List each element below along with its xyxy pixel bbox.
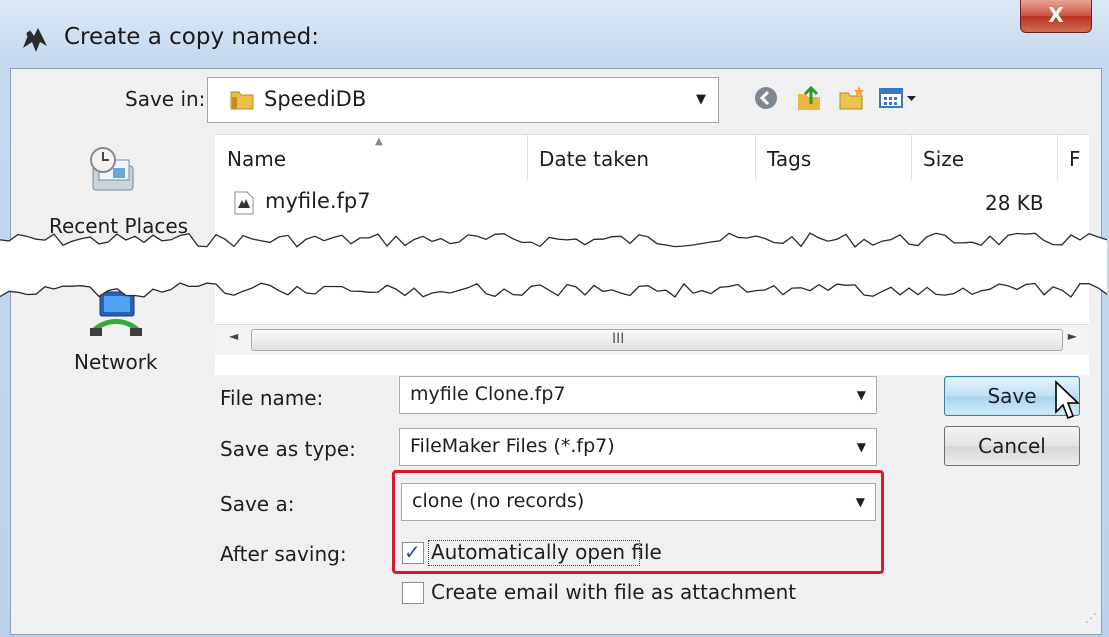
filemaker-app-icon bbox=[23, 28, 47, 52]
up-folder-icon[interactable] bbox=[796, 84, 824, 112]
save-in-combo[interactable]: SpeediDB ▼ bbox=[207, 77, 719, 123]
save-a-label: Save a: bbox=[220, 492, 295, 516]
save-as-type-label: Save as type: bbox=[220, 437, 356, 461]
column-header-f[interactable]: F bbox=[1057, 135, 1089, 181]
folder-icon bbox=[230, 91, 254, 110]
dialog-window: Create a copy named: X Save in: SpeediDB… bbox=[0, 0, 1109, 637]
new-folder-icon[interactable] bbox=[838, 84, 866, 112]
file-icon bbox=[234, 191, 254, 215]
column-header-date-taken[interactable]: Date taken bbox=[527, 135, 756, 181]
file-name-field[interactable]: myfile Clone.fp7 ▼ bbox=[399, 376, 877, 414]
chevron-down-icon: ▼ bbox=[696, 92, 706, 107]
resize-grip-icon[interactable]: ⋰ bbox=[1085, 611, 1097, 625]
back-icon[interactable] bbox=[752, 84, 780, 112]
recent-places-icon[interactable] bbox=[83, 142, 139, 198]
after-saving-label: After saving: bbox=[220, 542, 347, 566]
cancel-button[interactable]: Cancel bbox=[944, 426, 1080, 466]
view-menu-icon[interactable] bbox=[878, 84, 918, 112]
save-in-value: SpeediDB bbox=[264, 87, 367, 111]
torn-edge-separator bbox=[0, 232, 1108, 298]
close-button[interactable]: X bbox=[1020, 0, 1092, 33]
highlight-box bbox=[392, 470, 884, 574]
chevron-down-icon: ▼ bbox=[856, 440, 866, 454]
scroll-left-icon[interactable]: ◄ bbox=[229, 329, 238, 343]
file-name-label: File name: bbox=[220, 386, 324, 410]
save-in-label: Save in: bbox=[125, 87, 206, 111]
scroll-right-icon[interactable]: ► bbox=[1068, 329, 1077, 343]
mouse-cursor-icon bbox=[1055, 380, 1080, 420]
column-header-tags[interactable]: Tags bbox=[755, 135, 912, 181]
dialog-title: Create a copy named: bbox=[64, 24, 319, 50]
chevron-down-icon[interactable]: ▼ bbox=[857, 388, 866, 402]
email-label[interactable]: Create email with file as attachment bbox=[431, 580, 796, 604]
column-header-name[interactable]: Name ▲ bbox=[215, 135, 528, 181]
column-header-size[interactable]: Size bbox=[911, 135, 1058, 181]
file-name-cell: myfile.fp7 bbox=[265, 189, 371, 213]
email-checkbox[interactable] bbox=[402, 582, 424, 604]
scroll-thumb[interactable]: III bbox=[251, 329, 1063, 351]
place-network[interactable]: Network bbox=[74, 350, 158, 374]
save-as-type-select[interactable]: FileMaker Files (*.fp7) ▼ bbox=[399, 428, 877, 466]
horizontal-scrollbar[interactable]: ◄ III ► bbox=[215, 324, 1089, 355]
sort-ascending-icon: ▲ bbox=[375, 136, 383, 147]
file-size-cell: 28 KB bbox=[985, 191, 1044, 215]
